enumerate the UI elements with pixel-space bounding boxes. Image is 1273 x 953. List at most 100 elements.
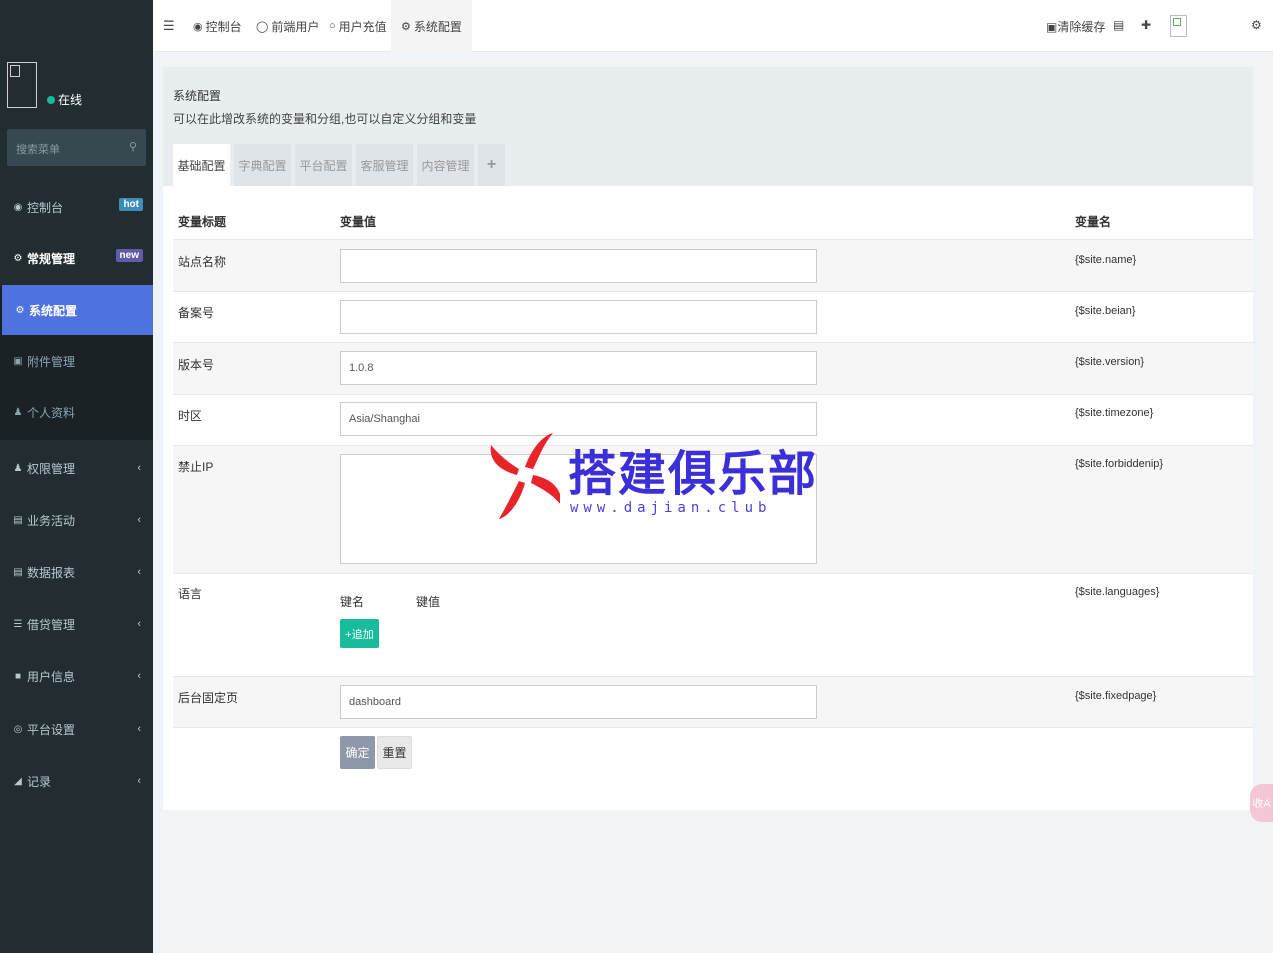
sidebar-item-records[interactable]: ◢ 记录 ‹ xyxy=(0,756,153,806)
page-description: 可以在此增改系统的变量和分组,也可以自定义分组和变量 xyxy=(173,112,477,126)
var-forbidden-ip: {$site.forbiddenip} xyxy=(1075,458,1164,470)
label-languages: 语言 xyxy=(178,587,203,601)
trash-icon: ▣ xyxy=(1046,20,1058,34)
key-header: 键名 xyxy=(340,595,365,609)
reset-button[interactable]: 重置 xyxy=(377,736,412,769)
file-text-icon: ▤ xyxy=(13,566,23,578)
settings-circle-icon: ◎ xyxy=(13,723,23,735)
var-site-name: {$site.name} xyxy=(1075,254,1137,266)
gear-icon: ⚙ xyxy=(401,20,411,33)
beian-input[interactable] xyxy=(340,300,817,334)
append-button[interactable]: +追加 xyxy=(340,619,379,648)
sidebar-item-profile[interactable]: ♟ 个人资料 xyxy=(0,387,153,437)
file-image-icon: ▣ xyxy=(13,355,23,367)
tab-frontend-users[interactable]: ◯ 前端用户 xyxy=(256,0,319,52)
list-alt-icon: ▤ xyxy=(13,514,23,526)
header-value: 变量值 xyxy=(340,215,377,229)
tab-content-manage[interactable]: 内容管理 xyxy=(417,144,474,186)
header-name: 变量名 xyxy=(1075,215,1112,229)
watermark: 搭建俱乐部 www.dajian.club xyxy=(490,428,816,523)
clear-cache-button[interactable]: ▣清除缓存 xyxy=(1046,18,1105,35)
chevron-left-icon: ‹ xyxy=(137,514,141,526)
watermark-text: 搭建俱乐部 xyxy=(568,446,819,502)
version-input[interactable]: 1.0.8 xyxy=(340,351,817,385)
language-icon[interactable]: ▤ xyxy=(1113,18,1124,32)
row-divider xyxy=(173,727,1253,728)
online-status: 在线 xyxy=(47,91,82,108)
submit-button[interactable]: 确定 xyxy=(340,736,375,769)
label-fixed-page: 后台固定页 xyxy=(178,691,239,705)
tab-basic-config[interactable]: 基础配置 xyxy=(173,144,230,186)
add-tab-button[interactable]: + xyxy=(478,144,505,186)
user-circle-icon: ◯ xyxy=(256,20,269,33)
sidebar-item-system-config[interactable]: ⚙ 系统配置 xyxy=(2,285,153,335)
menu-toggle-icon[interactable]: ☰ xyxy=(163,18,175,34)
chevron-left-icon: ‹ xyxy=(137,670,141,682)
address-book-icon: ■ xyxy=(14,670,22,682)
circle-icon: ○ xyxy=(329,20,336,32)
search-icon[interactable]: ⚲ xyxy=(129,140,137,153)
menu-search-input[interactable]: 搜索菜单 ⚲ xyxy=(7,129,146,166)
tab-dict-config[interactable]: 字典配置 xyxy=(234,144,291,186)
sidebar-item-platform[interactable]: ◎ 平台设置 ‹ xyxy=(0,704,153,754)
fixed-page-input[interactable]: dashboard xyxy=(340,685,817,719)
header-title: 变量标题 xyxy=(178,215,227,229)
chevron-left-icon: ‹ xyxy=(137,462,141,474)
tab-user-recharge[interactable]: ○ 用户充值 xyxy=(329,0,387,52)
var-fixed-page: {$site.fixedpage} xyxy=(1075,690,1157,702)
cogs-icon: ⚙ xyxy=(13,252,23,264)
search-placeholder: 搜索菜单 xyxy=(16,144,60,156)
dashboard-icon: ◉ xyxy=(13,201,23,213)
value-header: 键值 xyxy=(416,595,441,609)
watermark-logo-icon xyxy=(490,433,562,519)
tab-service-manage[interactable]: 客服管理 xyxy=(356,144,413,186)
sidebar-item-general[interactable]: ⚙ 常规管理 new xyxy=(0,233,153,283)
avatar xyxy=(7,62,37,108)
site-name-input[interactable] xyxy=(340,249,817,283)
chevron-left-icon: ‹ xyxy=(137,775,141,787)
var-timezone: {$site.timezone} xyxy=(1075,407,1154,419)
hot-badge: hot xyxy=(119,198,143,211)
sidebar-item-dashboard[interactable]: ◉ 控制台 hot xyxy=(0,182,153,232)
var-languages: {$site.languages} xyxy=(1075,586,1160,598)
side-float-button[interactable]: 收A xyxy=(1250,784,1273,822)
chevron-left-icon: ‹ xyxy=(137,723,141,735)
label-version: 版本号 xyxy=(178,358,215,372)
sidebar-item-reports[interactable]: ▤ 数据报表 ‹ xyxy=(0,547,153,597)
row-divider xyxy=(173,573,1253,574)
list-icon: ☰ xyxy=(13,618,23,630)
user-avatar-image[interactable] xyxy=(1170,15,1187,37)
user-icon: ♟ xyxy=(13,406,23,418)
sidebar: 在线 搜索菜单 ⚲ ◉ 控制台 hot ⚙ 常规管理 new ⚙ 系统配置 ▣ 附件管理… xyxy=(0,0,153,953)
fullscreen-icon[interactable]: ✚ xyxy=(1141,18,1151,32)
tab-platform-config[interactable]: 平台配置 xyxy=(295,144,352,186)
online-dot-icon xyxy=(47,95,55,104)
var-version: {$site.version} xyxy=(1075,356,1145,368)
sidebar-item-users[interactable]: ■ 用户信息 ‹ xyxy=(0,651,153,701)
label-site-name: 站点名称 xyxy=(178,255,227,269)
label-beian: 备案号 xyxy=(178,306,215,320)
row-divider xyxy=(173,291,1253,292)
sidebar-item-loans[interactable]: ☰ 借贷管理 ‹ xyxy=(0,599,153,649)
label-forbidden-ip: 禁止IP xyxy=(178,460,214,474)
top-navbar: ☰ ◉ 控制台 ◯ 前端用户 ○ 用户充值 ⚙ 系统配置 ▣清除缓存 ▤ ✚ ⚙ xyxy=(153,0,1273,52)
sidebar-item-business[interactable]: ▤ 业务活动 ‹ xyxy=(0,495,153,545)
group-icon: ♟ xyxy=(13,462,23,474)
tab-dashboard[interactable]: ◉ 控制台 xyxy=(193,0,242,52)
new-badge: new xyxy=(115,249,143,262)
dashboard-icon: ◉ xyxy=(193,20,203,33)
sidebar-item-attachments[interactable]: ▣ 附件管理 xyxy=(0,336,153,386)
var-beian: {$site.beian} xyxy=(1075,305,1136,317)
panel-heading: 系统配置 可以在此增改系统的变量和分组,也可以自定义分组和变量 基础配置 字典配… xyxy=(163,67,1253,186)
gear-icon: ⚙ xyxy=(15,304,25,316)
page-title: 系统配置 xyxy=(173,89,222,103)
chevron-left-icon: ‹ xyxy=(137,618,141,630)
area-chart-icon: ◢ xyxy=(14,775,22,787)
row-divider xyxy=(173,394,1253,395)
chevron-left-icon: ‹ xyxy=(137,566,141,578)
settings-icon[interactable]: ⚙ xyxy=(1251,18,1262,32)
sidebar-item-auth[interactable]: ♟ 权限管理 ‹ xyxy=(0,443,153,493)
watermark-url: www.dajian.club xyxy=(570,500,772,516)
label-timezone: 时区 xyxy=(178,409,203,423)
tab-system-config[interactable]: ⚙ 系统配置 xyxy=(391,0,472,52)
